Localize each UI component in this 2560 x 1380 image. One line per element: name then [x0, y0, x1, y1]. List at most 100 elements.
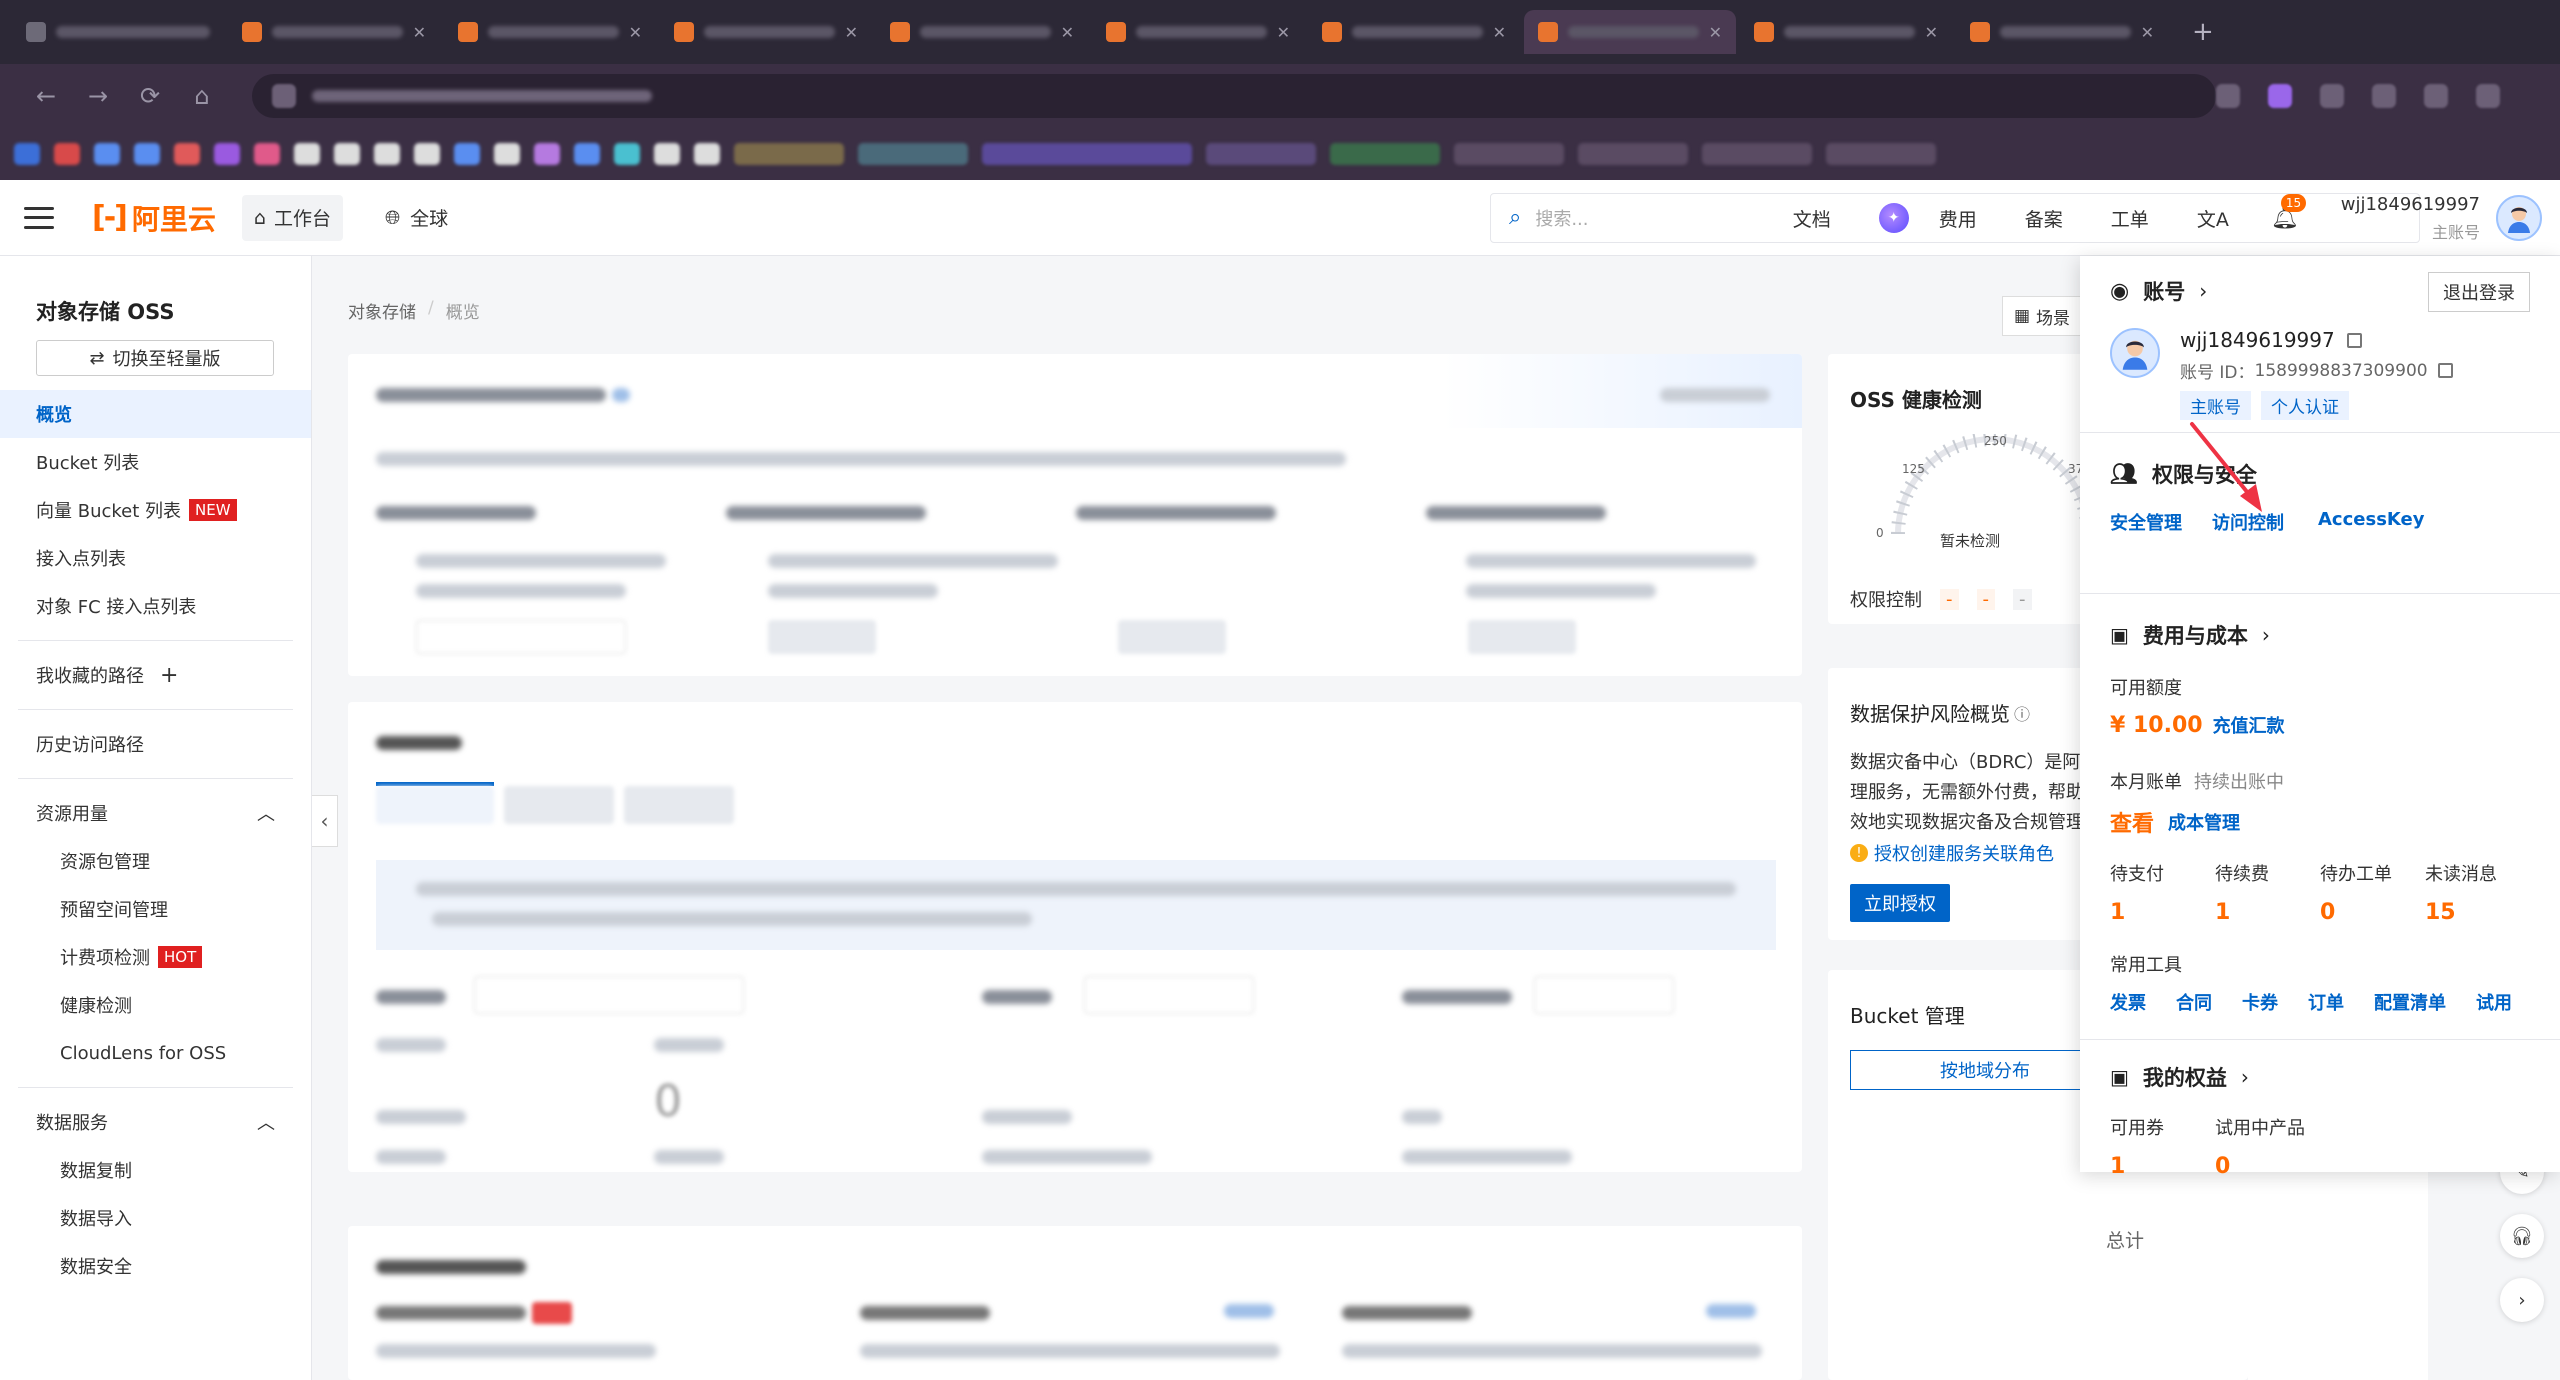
browser-tab[interactable] — [12, 10, 224, 54]
extension-icon[interactable] — [2268, 84, 2292, 108]
bookmark[interactable] — [574, 143, 600, 165]
assistant-icon[interactable]: ✦ — [1878, 203, 1909, 233]
collapse-sidebar-button[interactable]: ‹ — [312, 795, 338, 847]
bookmark[interactable] — [654, 143, 680, 165]
bookmark[interactable] — [1454, 143, 1564, 165]
sidebar-item-reserved-space[interactable]: 预留空间管理 — [0, 885, 311, 933]
breadcrumb-item[interactable]: 对象存储 — [348, 298, 416, 323]
url-field[interactable] — [252, 74, 2216, 118]
tool-trial-link[interactable]: 试用 — [2476, 989, 2512, 1015]
browser-tab[interactable]: ✕ — [444, 10, 656, 54]
forward-icon[interactable]: → — [72, 82, 124, 110]
back-icon[interactable]: ← — [20, 82, 72, 110]
view-bill-link[interactable]: 查看 — [2110, 806, 2154, 838]
bookmark[interactable] — [1578, 143, 1688, 165]
extension-icon[interactable] — [2476, 84, 2500, 108]
sidebar-item-vector-bucket[interactable]: 向量 Bucket 列表 NEW — [0, 486, 311, 534]
extension-icon[interactable] — [2216, 84, 2240, 108]
reload-icon[interactable]: ⟳ — [124, 82, 176, 110]
tool-order-link[interactable]: 订单 — [2308, 989, 2344, 1015]
avatar[interactable] — [2496, 195, 2542, 241]
bookmark[interactable] — [454, 143, 480, 165]
bookmark[interactable] — [1702, 143, 1812, 165]
bookmark[interactable] — [54, 143, 80, 165]
fees-link[interactable]: 费用 — [1939, 205, 1977, 232]
sidebar-item-billing-check[interactable]: 计费项检测 HOT — [0, 933, 311, 981]
sidebar-item-history[interactable]: 历史访问路径 — [0, 720, 311, 768]
aliyun-logo[interactable]: [-] 阿里云 — [92, 198, 216, 238]
bookmark[interactable] — [1206, 143, 1316, 165]
sidebar-item-access-points[interactable]: 接入点列表 — [0, 534, 311, 582]
auth-service-role-link[interactable]: ! 授权创建服务关联角色 — [1850, 840, 2054, 866]
headset-icon[interactable]: 🎧︎ — [2500, 1214, 2544, 1258]
add-icon[interactable]: + — [160, 663, 178, 688]
tool-config-list-link[interactable]: 配置清单 — [2374, 989, 2446, 1015]
browser-tab[interactable]: ✕ — [228, 10, 440, 54]
bookmark[interactable] — [1330, 143, 1440, 165]
bookmark[interactable] — [294, 143, 320, 165]
sidebar-item-cloudlens[interactable]: CloudLens for OSS — [0, 1029, 311, 1077]
bookmark[interactable] — [534, 143, 560, 165]
sidebar-group-resource[interactable]: 资源用量 ︿ — [0, 789, 311, 837]
tool-contract-link[interactable]: 合同 — [2176, 989, 2212, 1015]
browser-tab[interactable]: ✕ — [660, 10, 872, 54]
browser-tab-active[interactable]: ✕ — [1524, 10, 1736, 54]
bookmark[interactable] — [174, 143, 200, 165]
tool-invoice-link[interactable]: 发票 — [2110, 989, 2146, 1015]
bookmark[interactable] — [982, 143, 1192, 165]
personal-verification-tag[interactable]: 个人认证 — [2261, 391, 2349, 420]
security-management-link[interactable]: 安全管理 — [2110, 509, 2182, 535]
cost-header[interactable]: ▣ 费用与成本 › — [2110, 620, 2530, 650]
stat-unread-messages[interactable]: 未读消息 15 — [2425, 860, 2530, 925]
bookmark[interactable] — [134, 143, 160, 165]
sidebar-item-data-security[interactable]: 数据安全 — [0, 1242, 311, 1290]
region-selector[interactable]: 🌐︎ 全球 — [385, 204, 448, 231]
accesskey-link[interactable]: AccessKey — [2318, 509, 2424, 535]
bookmark[interactable] — [694, 143, 720, 165]
sidebar-item-fc-access-points[interactable]: 对象 FC 接入点列表 — [0, 582, 311, 630]
new-tab-icon[interactable]: + — [2192, 17, 2214, 47]
user-menu[interactable]: wjj1849619997 主账号 — [2341, 194, 2480, 243]
bookmark[interactable] — [414, 143, 440, 165]
extension-icon[interactable] — [2424, 84, 2448, 108]
switch-lite-button[interactable]: ⇄ 切换至轻量版 — [36, 340, 274, 376]
docs-link[interactable]: 文档 — [1793, 205, 1831, 232]
browser-tab[interactable]: ✕ — [1740, 10, 1952, 54]
access-control-link[interactable]: 访问控制 — [2212, 509, 2284, 535]
copy-icon[interactable] — [2437, 363, 2453, 378]
benefits-header[interactable]: ▣ 我的权益 › — [2110, 1062, 2530, 1092]
cost-management-link[interactable]: 成本管理 — [2168, 809, 2240, 835]
filing-link[interactable]: 备案 — [2025, 205, 2063, 232]
recharge-link[interactable]: 充值汇款 — [2213, 712, 2285, 738]
sidebar-item-data-replication[interactable]: 数据复制 — [0, 1146, 311, 1194]
stat-pending-tickets[interactable]: 待办工单 0 — [2320, 860, 2425, 925]
sidebar-item-resource-pack[interactable]: 资源包管理 — [0, 837, 311, 885]
sidebar-item-overview[interactable]: 概览 — [0, 390, 311, 438]
bookmark[interactable] — [1826, 143, 1936, 165]
home-icon[interactable]: ⌂ — [176, 82, 228, 110]
bookmark[interactable] — [254, 143, 280, 165]
authorize-button[interactable]: 立即授权 — [1850, 884, 1950, 922]
browser-tab[interactable]: ✕ — [1956, 10, 2168, 54]
stat-trial-products[interactable]: 试用中产品 0 — [2215, 1114, 2375, 1179]
sidebar-item-health-check[interactable]: 健康检测 — [0, 981, 311, 1029]
extension-icon[interactable] — [2320, 84, 2344, 108]
chevron-right-icon[interactable]: › — [2500, 1278, 2544, 1322]
bookmark[interactable] — [334, 143, 360, 165]
bookmark[interactable] — [734, 143, 844, 165]
bell-icon[interactable]: 🔔︎ 15 — [2271, 193, 2307, 231]
tool-coupon-link[interactable]: 卡券 — [2242, 989, 2278, 1015]
site-info-icon[interactable] — [272, 84, 296, 108]
bookmark[interactable] — [94, 143, 120, 165]
menu-icon[interactable] — [24, 206, 54, 229]
sidebar-item-bucket-list[interactable]: Bucket 列表 — [0, 438, 311, 486]
copy-icon[interactable] — [2346, 332, 2362, 348]
bookmark[interactable] — [374, 143, 400, 165]
bookmark[interactable] — [214, 143, 240, 165]
sidebar-group-data[interactable]: 数据服务 ︿ — [0, 1098, 311, 1146]
stat-pending-renewal[interactable]: 待续费 1 — [2215, 860, 2320, 925]
bookmark[interactable] — [14, 143, 40, 165]
bookmark[interactable] — [494, 143, 520, 165]
browser-tab[interactable]: ✕ — [876, 10, 1088, 54]
extension-icon[interactable] — [2372, 84, 2396, 108]
